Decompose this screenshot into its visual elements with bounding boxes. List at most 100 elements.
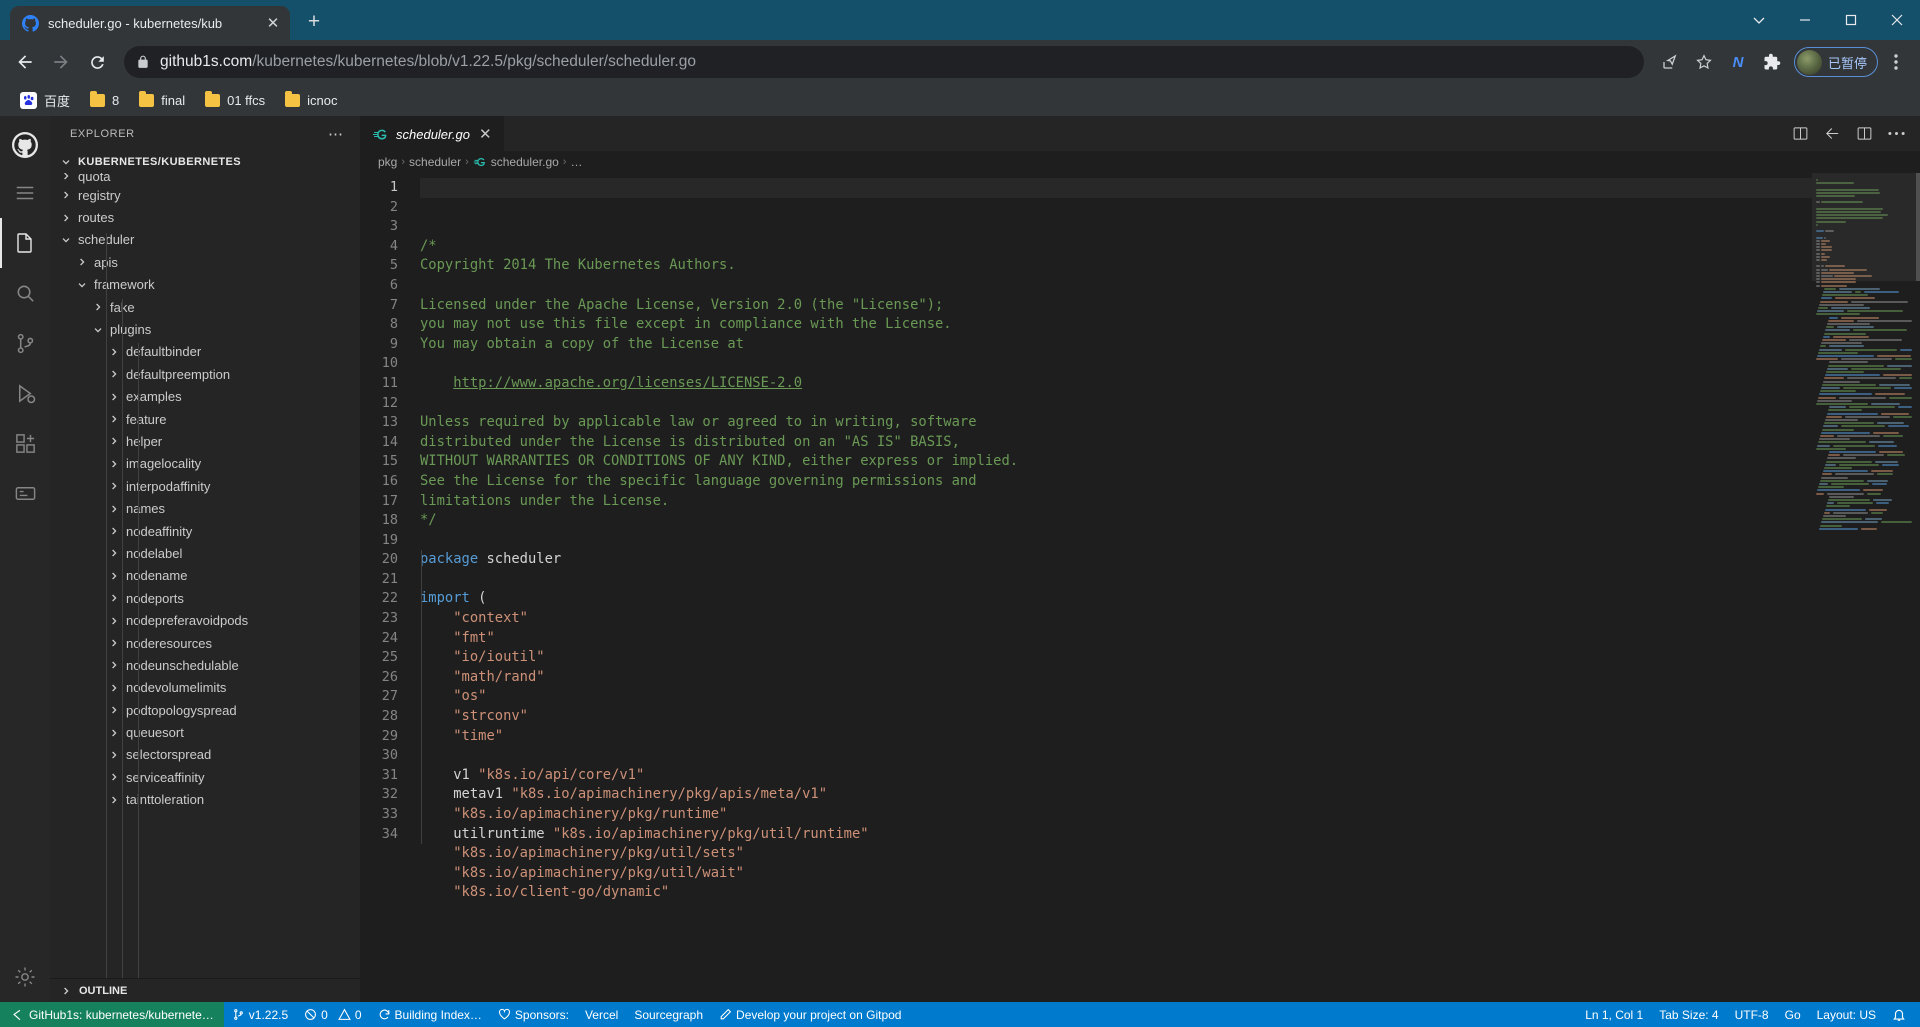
- breadcrumb-item[interactable]: scheduler.go: [491, 155, 559, 169]
- status-indexing[interactable]: Building Index…: [370, 1002, 490, 1027]
- code-line[interactable]: "os": [420, 687, 1812, 707]
- tree-item-noderesources[interactable]: noderesources: [50, 632, 360, 654]
- sidebar-item-remote-explorer[interactable]: [0, 468, 50, 518]
- status-encoding[interactable]: UTF-8: [1727, 1002, 1777, 1027]
- editor-tab-close-icon[interactable]: ✕: [477, 125, 494, 143]
- sidebar-item-run-and-debug[interactable]: [0, 368, 50, 418]
- file-tree[interactable]: quota registry routes schedulerapis framewor…: [50, 173, 360, 978]
- tree-item-helper[interactable]: helper: [50, 430, 360, 452]
- bookmark-item[interactable]: 百度: [12, 88, 78, 113]
- code-line[interactable]: "k8s.io/apimachinery/pkg/util/wait": [420, 864, 1812, 884]
- scrollbar[interactable]: [1916, 173, 1920, 281]
- tree-item-imagelocality[interactable]: imagelocality: [50, 453, 360, 475]
- code-line[interactable]: /*: [420, 237, 1812, 257]
- remote-indicator[interactable]: GitHub1s: kubernetes/kubernete…: [0, 1002, 224, 1027]
- code-line[interactable]: "k8s.io/apimachinery/pkg/util/sets": [420, 844, 1812, 864]
- tree-item-nodevolumelimits[interactable]: nodevolumelimits: [50, 677, 360, 699]
- browser-tab[interactable]: scheduler.go - kubernetes/kub ✕: [10, 6, 290, 40]
- share-icon[interactable]: [1654, 46, 1686, 78]
- tree-item-defaultbinder[interactable]: defaultbinder: [50, 341, 360, 363]
- code-line[interactable]: "io/ioutil": [420, 648, 1812, 668]
- code-line[interactable]: metav1 "k8s.io/apimachinery/pkg/apis/met…: [420, 785, 1812, 805]
- tab-search-chevron-icon[interactable]: [1736, 0, 1782, 40]
- breadcrumb-item[interactable]: pkg: [378, 155, 397, 169]
- breadcrumb-item[interactable]: scheduler: [409, 155, 461, 169]
- tree-item-feature[interactable]: feature: [50, 408, 360, 430]
- code-line[interactable]: distributed under the License is distrib…: [420, 433, 1812, 453]
- gear-icon[interactable]: [0, 952, 50, 1002]
- code-line[interactable]: See the License for the specific languag…: [420, 472, 1812, 492]
- tree-item-nodename[interactable]: nodename: [50, 565, 360, 587]
- sidebar-more-actions-icon[interactable]: ⋯: [320, 125, 352, 143]
- code-line[interactable]: "fmt": [420, 629, 1812, 649]
- code-line[interactable]: "k8s.io/apimachinery/pkg/runtime": [420, 805, 1812, 825]
- sidebar-item-search[interactable]: [0, 268, 50, 318]
- new-tab-button[interactable]: +: [300, 8, 328, 36]
- code-line[interactable]: "context": [420, 609, 1812, 629]
- code-line[interactable]: v1 "k8s.io/api/core/v1": [420, 766, 1812, 786]
- tree-item-routes[interactable]: routes: [50, 206, 360, 228]
- code-editor[interactable]: 1 2 3 4 5 6 7 8 9 10 11 12 13 14 15 16 17 18 19 20 21 22 23 24 2…: [360, 173, 1920, 1002]
- code-line[interactable]: [420, 354, 1812, 374]
- tree-item-podtopologyspread[interactable]: podtopologyspread: [50, 699, 360, 721]
- profile-button[interactable]: 已暂停: [1793, 47, 1878, 77]
- status-keyboard-layout[interactable]: Layout: US: [1809, 1002, 1884, 1027]
- code-line[interactable]: http://www.apache.org/licenses/LICENSE-2…: [420, 374, 1812, 394]
- tab-close-icon[interactable]: ✕: [264, 14, 282, 32]
- status-problems[interactable]: 0 0: [296, 1002, 369, 1027]
- tree-item-plugins[interactable]: plugins: [50, 318, 360, 340]
- tree-item-selectorspread[interactable]: selectorspread: [50, 744, 360, 766]
- back-button[interactable]: [8, 45, 42, 79]
- code-line[interactable]: [420, 570, 1812, 590]
- code-line[interactable]: [420, 394, 1812, 414]
- bookmark-star-icon[interactable]: [1688, 46, 1720, 78]
- status-cursor-position[interactable]: Ln 1, Col 1: [1577, 1002, 1651, 1027]
- code-line[interactable]: [420, 276, 1812, 296]
- tree-item-names[interactable]: names: [50, 497, 360, 519]
- code-line[interactable]: [420, 531, 1812, 551]
- tree-item-interpodaffinity[interactable]: interpodaffinity: [50, 475, 360, 497]
- status-language-mode[interactable]: Go: [1777, 1002, 1809, 1027]
- status-sponsors[interactable]: Sponsors:: [490, 1002, 577, 1027]
- tree-item-nodeaffinity[interactable]: nodeaffinity: [50, 520, 360, 542]
- code-content[interactable]: /* Copyright 2014 The Kubernetes Authors.…: [420, 173, 1812, 1002]
- tree-item-nodeports[interactable]: nodeports: [50, 587, 360, 609]
- reload-button[interactable]: [80, 45, 114, 79]
- repo-root-row[interactable]: KUBERNETES/KUBERNETES: [50, 151, 360, 173]
- tree-item-nodeunschedulable[interactable]: nodeunschedulable: [50, 654, 360, 676]
- status-tab-size[interactable]: Tab Size: 4: [1651, 1002, 1726, 1027]
- bookmark-item[interactable]: 01 ffcs: [197, 90, 273, 111]
- tree-item-quota[interactable]: quota: [50, 173, 360, 184]
- code-line[interactable]: "time": [420, 727, 1812, 747]
- sidebar-item-source-control[interactable]: [0, 318, 50, 368]
- code-line[interactable]: */: [420, 511, 1812, 531]
- minimize-button[interactable]: [1782, 0, 1828, 40]
- nord-extension-icon[interactable]: N: [1722, 46, 1754, 78]
- forward-button[interactable]: [44, 45, 78, 79]
- sidebar-item-menu[interactable]: [0, 168, 50, 218]
- code-line[interactable]: "k8s.io/client-go/dynamic": [420, 883, 1812, 903]
- code-line[interactable]: "strconv": [420, 707, 1812, 727]
- editor-tab-scheduler-go[interactable]: scheduler.go ✕: [360, 116, 505, 151]
- tree-item-nodelabel[interactable]: nodelabel: [50, 542, 360, 564]
- tree-item-fake[interactable]: fake: [50, 296, 360, 318]
- back-arrow-icon[interactable]: [1818, 120, 1846, 148]
- status-link-sourcegraph[interactable]: Sourcegraph: [626, 1002, 711, 1027]
- code-line[interactable]: limitations under the License.: [420, 492, 1812, 512]
- code-line[interactable]: WITHOUT WARRANTIES OR CONDITIONS OF ANY …: [420, 452, 1812, 472]
- code-line[interactable]: [420, 746, 1812, 766]
- split-editor-icon[interactable]: [1850, 120, 1878, 148]
- code-line[interactable]: you may not use this file except in comp…: [420, 315, 1812, 335]
- more-actions-icon[interactable]: [1882, 120, 1910, 148]
- code-line[interactable]: import (: [420, 589, 1812, 609]
- bell-icon[interactable]: [1884, 1002, 1914, 1027]
- sidebar-item-explorer[interactable]: [0, 218, 50, 268]
- tree-item-registry[interactable]: registry: [50, 184, 360, 206]
- breadcrumb-item[interactable]: …: [570, 155, 582, 169]
- tree-item-apis[interactable]: apis: [50, 251, 360, 273]
- bookmark-item[interactable]: final: [131, 90, 193, 111]
- tree-item-scheduler[interactable]: scheduler: [50, 229, 360, 251]
- open-changes-icon[interactable]: [1786, 120, 1814, 148]
- code-line[interactable]: Licensed under the Apache License, Versi…: [420, 296, 1812, 316]
- tree-item-queuesort[interactable]: queuesort: [50, 721, 360, 743]
